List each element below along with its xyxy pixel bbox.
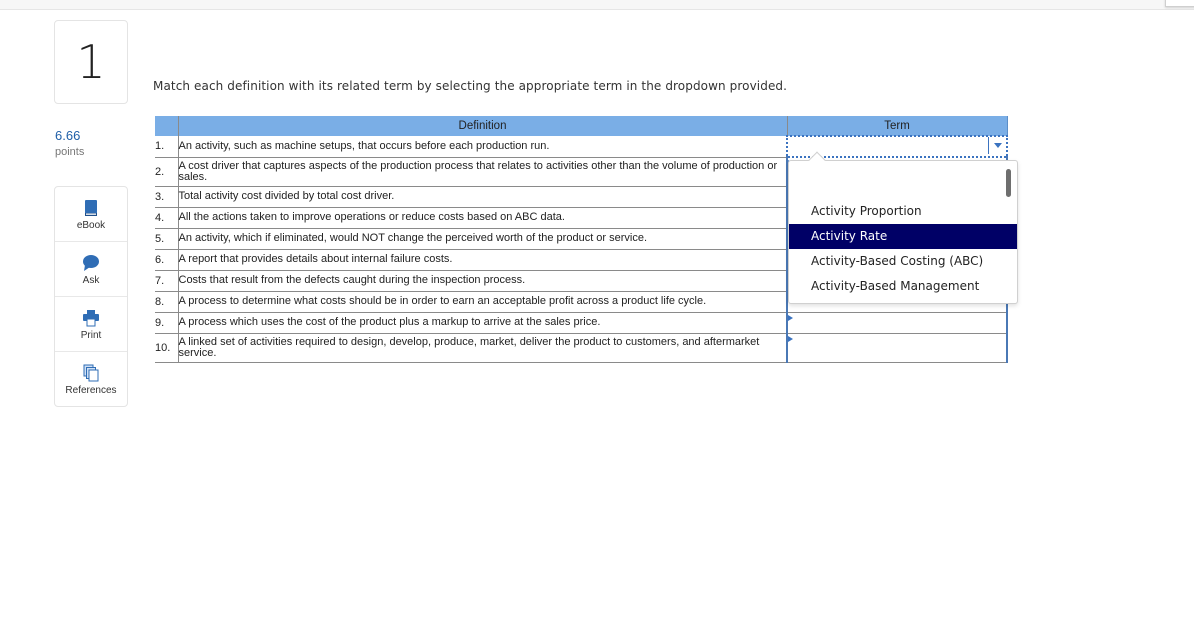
printer-icon — [83, 310, 99, 327]
chevron-down-icon[interactable] — [988, 137, 1006, 154]
dropdown-option[interactable]: Activity-Based Management — [789, 274, 1017, 299]
table-row: 10. A linked set of activities required t… — [155, 333, 1008, 363]
row-definition: A report that provides details about int… — [178, 249, 787, 271]
row-definition: A cost driver that captures aspects of t… — [178, 157, 787, 187]
term-select[interactable] — [786, 333, 1008, 363]
row-number: 4. — [155, 207, 179, 229]
table-header-row: Definition Term — [155, 116, 1008, 136]
row-number: 1. — [155, 136, 179, 158]
print-label: Print — [80, 330, 102, 341]
row-number: 9. — [155, 312, 179, 334]
print-button[interactable]: Print — [55, 297, 127, 352]
row-definition: An activity, such as machine setups, tha… — [178, 136, 787, 158]
table-row: 9. A process which uses the cost of the p… — [155, 312, 1008, 334]
row-number: 3. — [155, 186, 179, 208]
term-select-value[interactable] — [788, 138, 1006, 155]
instruction-text: Match each definition with its related t… — [153, 79, 788, 93]
top-bar — [0, 0, 1194, 10]
row-number: 8. — [155, 291, 179, 313]
row-definition: An activity, which if eliminated, would … — [178, 228, 787, 250]
documents-icon — [83, 364, 99, 382]
row-number: 7. — [155, 270, 179, 292]
question-number: 1 — [54, 20, 128, 104]
header-number — [155, 116, 179, 136]
points-value: 6.66 — [55, 128, 81, 143]
corner-panel — [1165, 0, 1194, 7]
points-label: points — [55, 146, 85, 158]
row-number: 6. — [155, 249, 179, 271]
row-number: 5. — [155, 228, 179, 250]
references-button[interactable]: References — [55, 352, 127, 407]
dropdown-scrollbar[interactable] — [1006, 169, 1011, 197]
flag-icon — [788, 314, 793, 321]
term-select-value[interactable] — [788, 339, 1006, 356]
header-term: Term — [787, 116, 1008, 136]
term-select[interactable] — [786, 312, 1008, 334]
dropdown-option[interactable]: Activity Rate — [789, 224, 1017, 249]
dropdown-option[interactable]: Activity-Based Costing (ABC) — [789, 249, 1017, 274]
row-definition: A process which uses the cost of the pro… — [178, 312, 787, 334]
term-dropdown-list: Activity Proportion Activity Rate Activity… — [788, 151, 1018, 304]
ebook-button[interactable]: eBook — [55, 187, 127, 242]
ask-button[interactable]: Ask — [55, 242, 127, 297]
flag-icon — [788, 335, 793, 342]
book-icon — [85, 200, 97, 216]
row-definition: Costs that result from the defects caugh… — [178, 270, 787, 292]
dropdown-option[interactable]: Activity Proportion — [789, 199, 1017, 224]
chat-bubble-icon — [83, 255, 99, 271]
tools-panel: eBook Ask Print References — [54, 186, 128, 407]
row-definition: Total activity cost divided by total cos… — [178, 186, 787, 208]
row-definition: A process to determine what costs should… — [178, 291, 787, 313]
row-definition: A linked set of activities required to d… — [178, 333, 787, 363]
row-number: 10. — [155, 333, 179, 363]
row-number: 2. — [155, 157, 179, 187]
header-definition: Definition — [178, 116, 788, 136]
ebook-label: eBook — [76, 220, 106, 231]
row-definition: All the actions taken to improve operati… — [178, 207, 787, 229]
term-select-value[interactable] — [788, 314, 1006, 331]
ask-label: Ask — [82, 275, 100, 286]
references-label: References — [65, 385, 117, 396]
table-row: 1. An activity, such as machine setups, t… — [155, 135, 1008, 158]
